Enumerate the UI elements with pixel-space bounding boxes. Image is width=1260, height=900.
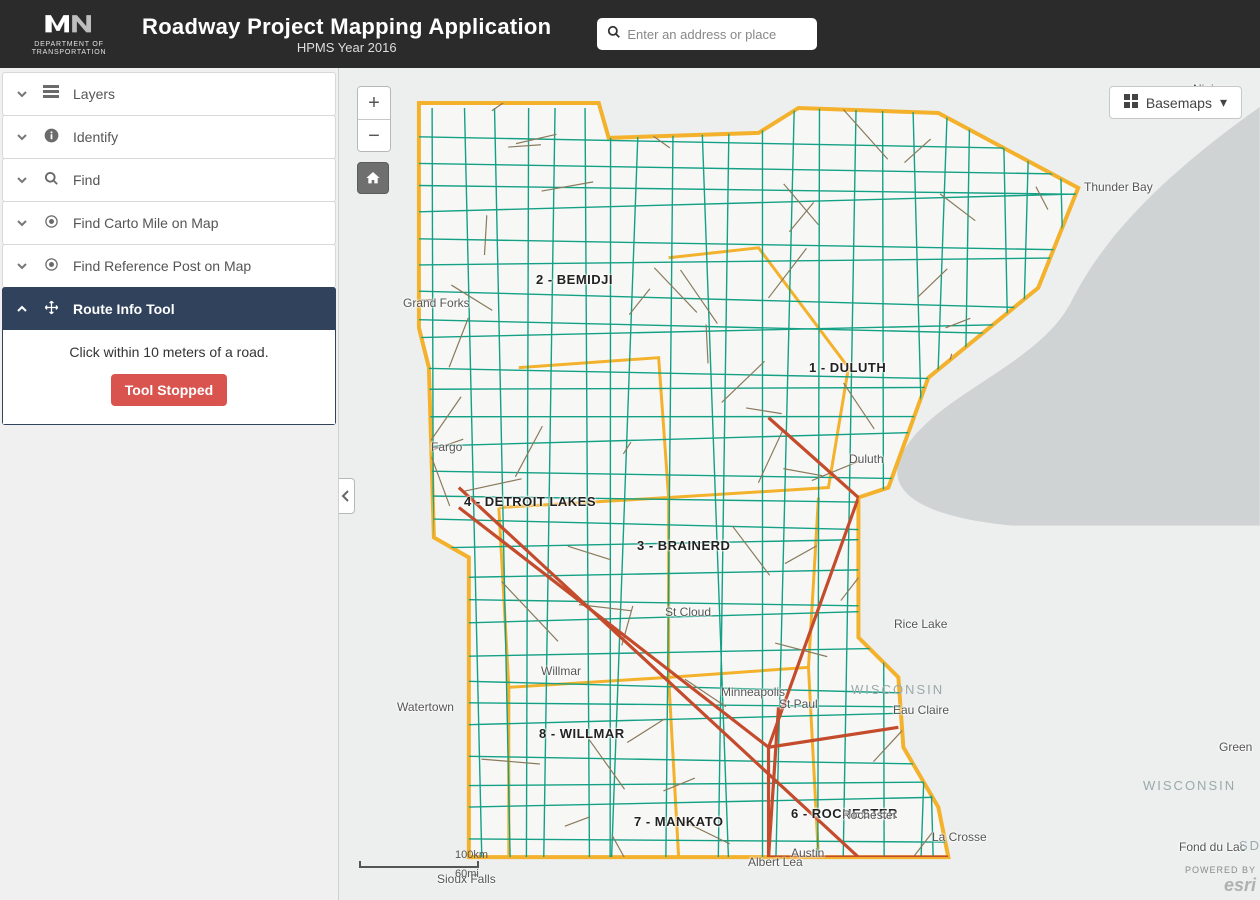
sidebar-collapse-handle[interactable]: [338, 478, 355, 514]
mn-logo-icon: [43, 12, 95, 39]
neighbor-state-label: SD: [1239, 838, 1260, 853]
home-extent-button[interactable]: [357, 162, 389, 194]
city-label: Willmar: [541, 664, 581, 678]
district-label: 1 - DULUTH: [809, 360, 886, 375]
map-attribution: POWERED BY esri: [1185, 865, 1256, 896]
city-label: Eau Claire: [893, 703, 949, 717]
city-label: Fond du Lac: [1179, 840, 1246, 854]
city-label: Thunder Bay: [1084, 180, 1153, 194]
city-label: Grand Forks: [403, 296, 470, 310]
city-label: Rochester: [842, 808, 897, 822]
city-label: St Cloud: [665, 605, 711, 619]
sidebar-panel-label: Find Reference Post on Map: [73, 258, 251, 274]
agency-logo: DEPARTMENT OF TRANSPORTATION: [14, 12, 124, 56]
city-label: Duluth: [849, 452, 884, 466]
scale-bar: 100km 60mi: [359, 849, 488, 880]
district-label: 4 - DETROIT LAKES: [464, 494, 596, 509]
sidebar: Layers Identify Find Find Carto Mile on Map…: [0, 68, 338, 900]
city-label: Green: [1219, 740, 1252, 754]
sidebar-panel-layers: Layers: [2, 72, 336, 116]
city-label: La Crosse: [932, 830, 987, 844]
target-icon: [43, 214, 59, 232]
city-label: Minneapolis: [721, 685, 785, 699]
city-label: Fargo: [431, 440, 462, 454]
app-title: Roadway Project Mapping Application: [142, 14, 551, 40]
sidebar-panel-find-reference-post-on-map: Find Reference Post on Map: [2, 244, 336, 288]
app-header: DEPARTMENT OF TRANSPORTATION Roadway Pro…: [0, 0, 1260, 68]
sidebar-panel-label: Layers: [73, 86, 115, 102]
chevron-down-icon: [17, 215, 29, 231]
tool-instructions: Click within 10 meters of a road.: [15, 344, 323, 360]
sidebar-panel-label: Identify: [73, 129, 118, 145]
sidebar-panel-find: Find: [2, 158, 336, 202]
map-zoom-controls: + −: [357, 86, 391, 194]
chevron-down-icon: [17, 258, 29, 274]
sidebar-panel-body: Click within 10 meters of a road. Tool St…: [3, 330, 335, 424]
sidebar-panel-label: Find: [73, 172, 100, 188]
zoom-out-button[interactable]: −: [358, 119, 390, 151]
target-icon: [43, 257, 59, 275]
search-input[interactable]: [627, 27, 807, 42]
basemaps-button[interactable]: Basemaps ▾: [1109, 86, 1242, 119]
move-icon: [43, 300, 59, 318]
sidebar-panel-find-carto-mile-on-map: Find Carto Mile on Map: [2, 201, 336, 245]
district-label: 7 - MANKATO: [634, 814, 724, 829]
sidebar-panel-header[interactable]: Layers: [3, 73, 335, 115]
basemaps-label: Basemaps: [1146, 95, 1212, 111]
search-box[interactable]: [597, 18, 817, 50]
app-subtitle: HPMS Year 2016: [142, 40, 551, 55]
chevron-down-icon: [17, 129, 29, 145]
title-block: Roadway Project Mapping Application HPMS…: [142, 14, 551, 55]
sidebar-panel-header[interactable]: Identify: [3, 116, 335, 158]
city-label: Watertown: [397, 700, 454, 714]
info-icon: [43, 128, 59, 146]
caret-down-icon: ▾: [1220, 94, 1227, 111]
neighbor-state-label: WISCONSIN: [1143, 778, 1236, 793]
district-label: 3 - BRAINERD: [637, 538, 730, 553]
district-label: 2 - BEMIDJI: [536, 272, 613, 287]
neighbor-state-label: WISCONSIN: [851, 682, 944, 697]
city-label: St Paul: [779, 697, 818, 711]
tool-stopped-button[interactable]: Tool Stopped: [111, 374, 227, 406]
agency-name: DEPARTMENT OF TRANSPORTATION: [32, 41, 107, 56]
sidebar-panel-header[interactable]: Find Carto Mile on Map: [3, 202, 335, 244]
chevron-up-icon: [17, 301, 29, 317]
chevron-down-icon: [17, 172, 29, 188]
search-icon: [607, 25, 621, 44]
map-canvas[interactable]: 2 - BEMIDJI 1 - DULUTH 4 - DETROIT LAKES 3 …: [338, 68, 1260, 900]
district-label: 8 - WILLMAR: [539, 726, 625, 741]
city-label: Rice Lake: [894, 617, 947, 631]
sidebar-panel-header[interactable]: Route Info Tool: [3, 288, 335, 330]
sidebar-panel-label: Route Info Tool: [73, 301, 175, 317]
sidebar-panel-identify: Identify: [2, 115, 336, 159]
sidebar-panel-header[interactable]: Find Reference Post on Map: [3, 245, 335, 287]
sidebar-panel-label: Find Carto Mile on Map: [73, 215, 219, 231]
chevron-down-icon: [17, 86, 29, 102]
grid-icon: [1124, 94, 1138, 111]
search-icon: [43, 171, 59, 189]
city-label: Albert Lea: [748, 855, 803, 869]
sidebar-panel-header[interactable]: Find: [3, 159, 335, 201]
zoom-in-button[interactable]: +: [358, 87, 390, 119]
layers-icon: [43, 85, 59, 102]
sidebar-panel-route-info-tool: Route Info Tool Click within 10 meters of…: [2, 287, 336, 425]
